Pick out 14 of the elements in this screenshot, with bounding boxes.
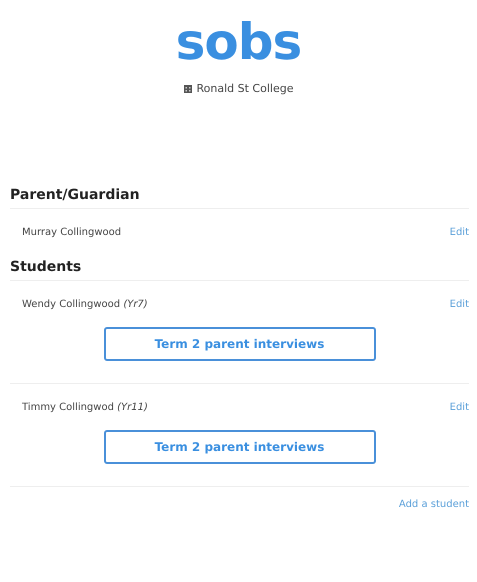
edit-link[interactable]: Edit <box>450 226 469 238</box>
add-student-link[interactable]: Add a student <box>398 499 469 510</box>
student-name: Timmy Collingwod (Yr11) <box>22 402 148 412</box>
edit-link[interactable]: Edit <box>450 298 469 310</box>
logo: sobs <box>176 14 302 70</box>
interviews-button[interactable]: Term 2 parent interviews <box>104 430 376 464</box>
student-name: Wendy Collingwood (Yr7) <box>22 298 148 310</box>
edit-link[interactable]: Edit <box>450 402 469 412</box>
section-heading: Students <box>10 258 82 277</box>
school-name: Ronald St College <box>196 82 294 95</box>
section-heading: Parent/Guardian <box>10 186 140 205</box>
interviews-button[interactable]: Term 2 parent interviews <box>104 327 376 361</box>
building-icon <box>184 84 192 92</box>
parent-name: Murray Collingwood <box>22 226 122 238</box>
